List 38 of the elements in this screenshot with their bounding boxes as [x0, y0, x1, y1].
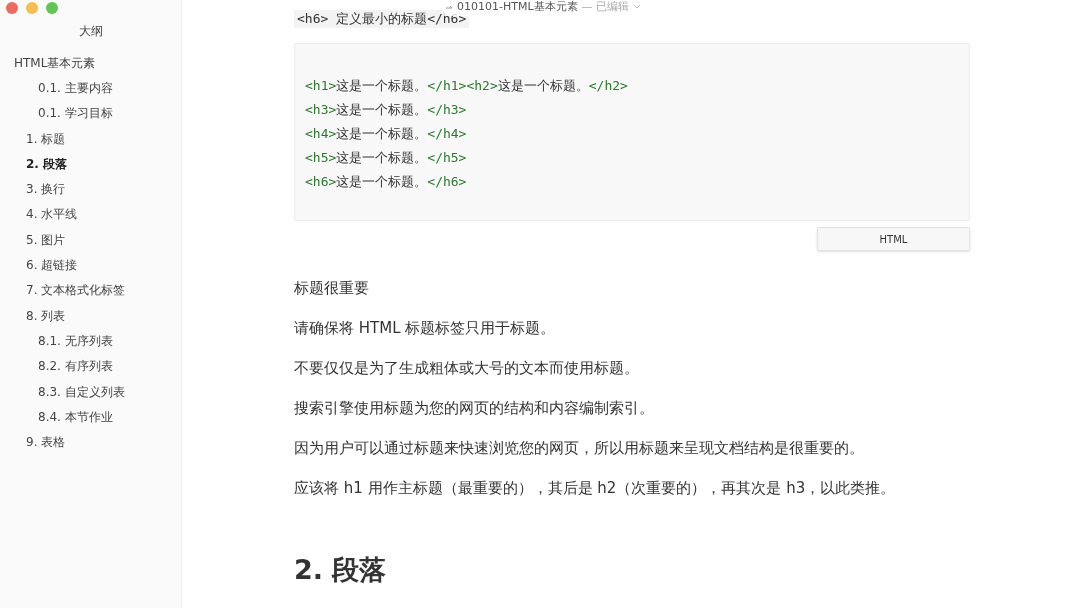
minimize-icon[interactable] [26, 2, 38, 14]
outline-item[interactable]: 5. 图片 [0, 227, 181, 253]
edit-status: — 已编辑 [581, 0, 630, 15]
outline-item[interactable]: 0.1. 主要内容 [0, 75, 181, 101]
sidebar-title: 大纲 [78, 23, 103, 40]
outline-item[interactable]: 2. 段落 [0, 151, 181, 177]
chevron-down-icon [633, 4, 642, 11]
outline-item[interactable]: 8.4. 本节作业 [0, 404, 181, 430]
outline-item[interactable]: 4. 水平线 [0, 201, 181, 228]
outline-item[interactable]: 7. 文本格式化标签 [0, 277, 181, 303]
code-line: <h5>这是一个标题。</h5> [305, 149, 468, 167]
paragraph: 不要仅仅是为了生成粗体或大号的文本而使用标题。 [294, 358, 640, 379]
outline-item[interactable]: 0.1. 学习目标 [0, 100, 181, 126]
outline-item[interactable]: 8.3. 自定义列表 [0, 378, 181, 405]
paragraph: 应该将 h1 用作主标题（最重要的），其后是 h2（次重要的），再其次是 h3，以此类推。 [294, 478, 897, 499]
paragraph: 因为用户可以通过标题来快速浏览您的网页，所以用标题来呈现文档结构是很重要的。 [294, 438, 865, 459]
outline-item[interactable]: 8. 列表 [0, 302, 181, 329]
section-heading: 2. 段落 [294, 553, 388, 587]
language-selector[interactable]: HTML [817, 227, 970, 251]
paragraph: 搜索引擎使用标题为您的网页的结构和内容编制索引。 [294, 398, 655, 419]
code-line: <h1>这是一个标题。</h1><h2>这是一个标题。</h2> [305, 77, 629, 95]
zoom-icon[interactable] [46, 2, 58, 14]
paragraph: 标题很重要 [294, 278, 370, 299]
inline-code: <h6> 定义最小的标题</h6> [294, 10, 470, 28]
code-line: <h6>这是一个标题。</h6> [305, 173, 468, 191]
outline-item[interactable]: 8.1. 无序列表 [0, 328, 181, 354]
code-line: <h3>这是一个标题。</h3> [305, 101, 468, 119]
close-icon[interactable] [6, 2, 18, 14]
outline-item[interactable]: 6. 超链接 [0, 252, 181, 278]
paragraph: 请确保将 HTML 标题标签只用于标题。 [294, 318, 557, 339]
arrow-icon [446, 4, 453, 10]
outline-item[interactable]: 9. 表格 [0, 429, 181, 455]
outline-item[interactable]: 3. 换行 [0, 176, 181, 202]
window-title: 010101-HTML基本元素 [457, 0, 578, 13]
code-line: <h4>这是一个标题。</h4> [305, 125, 468, 143]
outline-item[interactable]: 8.2. 有序列表 [0, 353, 181, 379]
outline-item[interactable]: 1. 标题 [0, 125, 181, 152]
outline-item[interactable]: HTML基本元素 [0, 50, 181, 76]
